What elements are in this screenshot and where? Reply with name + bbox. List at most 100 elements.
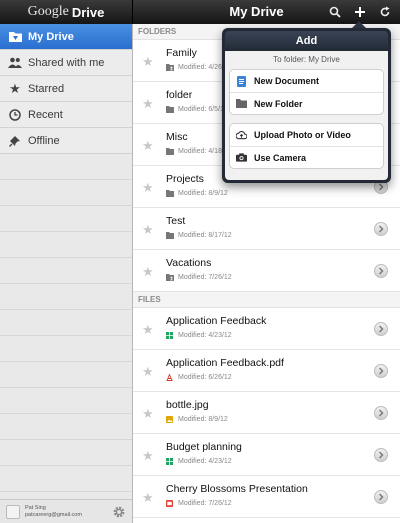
item-name: Cherry Blossoms Presentation (166, 483, 308, 495)
star-toggle-icon[interactable]: ★ (142, 180, 154, 196)
star-toggle-icon[interactable]: ★ (142, 54, 154, 70)
star-toggle-icon[interactable]: ★ (142, 406, 154, 422)
sidebar-item-offline[interactable]: Offline (0, 128, 132, 154)
star-toggle-icon[interactable]: ★ (142, 138, 154, 154)
presentation-icon (166, 500, 174, 507)
folder-icon (166, 148, 174, 155)
app-brand: Google Drive (0, 0, 133, 24)
star-toggle-icon[interactable]: ★ (142, 264, 154, 280)
item-meta: Modified: 7/26/12 (166, 274, 232, 281)
item-name: Family (166, 47, 197, 59)
spreadsheet-icon (166, 458, 174, 465)
upload-group: Upload Photo or Video Use Camera (229, 123, 384, 169)
file-row[interactable]: ★ Cherry Blossoms Presentation Modified: 7… (133, 476, 400, 518)
item-meta: Modified: 6/26/12 (166, 373, 232, 381)
folder-row[interactable]: ★ Test Modified: 8/17/12 (133, 208, 400, 250)
modified-date: Modified: 8/17/12 (178, 232, 232, 239)
files-list: ★ Application Feedback Modified: 4/23/12 ★ A… (133, 308, 400, 518)
chevron-right-icon[interactable] (374, 322, 388, 336)
refresh-icon[interactable] (376, 3, 394, 21)
star-toggle-icon[interactable]: ★ (142, 96, 154, 112)
new-document-label: New Document (254, 76, 320, 86)
sidebar-item-label: My Drive (28, 30, 74, 43)
new-document-button[interactable]: New Document (230, 70, 383, 92)
item-meta: Modified: 8/17/12 (166, 232, 232, 239)
camera-icon (236, 152, 247, 163)
chevron-right-icon[interactable] (374, 406, 388, 420)
modified-date: Modified: 6/26/12 (178, 374, 232, 381)
sidebar-item-label: Shared with me (28, 56, 105, 69)
file-row[interactable]: ★ Application Feedback Modified: 4/23/12 (133, 308, 400, 350)
pdf-icon (166, 373, 174, 381)
account-footer[interactable]: Pat Sing patcareerg@gmail.com (0, 499, 132, 523)
chevron-right-icon[interactable] (374, 264, 388, 278)
chevron-right-icon[interactable] (374, 222, 388, 236)
file-row[interactable]: ★ bottle.jpg Modified: 8/9/12 (133, 392, 400, 434)
sidebar-item-label: Recent (28, 108, 63, 121)
use-camera-label: Use Camera (254, 152, 307, 163)
upload-photo-label: Upload Photo or Video (254, 130, 351, 140)
item-meta: Modified: 7/26/12 (166, 500, 232, 507)
chevron-right-icon[interactable] (374, 448, 388, 462)
item-meta: Modified: 4/23/12 (166, 332, 232, 339)
item-name: folder (166, 89, 193, 101)
item-name: Misc (166, 131, 188, 143)
new-folder-label: New Folder (254, 98, 303, 109)
sidebar-item-my-drive[interactable]: My Drive (0, 24, 132, 50)
sidebar-item-label: Offline (28, 134, 60, 147)
modified-date: Modified: 6/5/12 (178, 106, 228, 113)
sidebar-item-shared-with-me[interactable]: Shared with me (0, 50, 132, 76)
modified-date: Modified: 7/26/12 (178, 274, 232, 281)
popover-title: Add (225, 31, 388, 51)
modified-date: Modified: 8/9/12 (178, 190, 228, 197)
chevron-right-icon[interactable] (374, 364, 388, 378)
use-camera-button[interactable]: Use Camera (230, 146, 383, 168)
pin-icon (8, 134, 22, 148)
sidebar-item-starred[interactable]: ★ Starred (0, 76, 132, 102)
files-section-header: FILES (133, 292, 400, 308)
file-row[interactable]: ★ Budget planning Modified: 4/23/12 (133, 434, 400, 476)
document-icon (236, 75, 247, 87)
add-popover: Add To folder: My Drive New Document New… (222, 21, 391, 183)
star-toggle-icon[interactable]: ★ (142, 322, 154, 338)
user-email: patcareerg@gmail.com (25, 511, 82, 518)
new-folder-button[interactable]: New Folder (230, 92, 383, 114)
create-group: New Document New Folder (229, 69, 384, 115)
user-name: Pat Sing (25, 504, 46, 511)
clock-icon (8, 108, 22, 122)
upload-photo-button[interactable]: Upload Photo or Video (230, 124, 383, 146)
gear-icon[interactable] (112, 505, 126, 519)
star-toggle-icon[interactable]: ★ (142, 222, 154, 238)
brand-drive: Drive (71, 4, 105, 20)
search-icon[interactable] (326, 3, 344, 21)
modified-date: Modified: 4/23/12 (178, 332, 232, 339)
shared-folder-icon (166, 64, 174, 71)
item-meta: Modified: 4/23/12 (166, 458, 232, 465)
image-icon (166, 416, 174, 423)
folder-row[interactable]: ★ Vacations Modified: 7/26/12 (133, 250, 400, 292)
sidebar: My Drive Shared with me ★ Starred Recent… (0, 24, 133, 523)
file-row[interactable]: ★ Application Feedback.pdf Modified: 6/26/… (133, 350, 400, 392)
item-name: bottle.jpg (166, 399, 209, 411)
star-toggle-icon[interactable]: ★ (142, 448, 154, 464)
item-meta: Modified: 8/9/12 (166, 190, 228, 197)
item-name: Test (166, 215, 186, 227)
cloud-upload-icon (236, 130, 247, 141)
modified-date: Modified: 7/26/12 (178, 500, 232, 507)
popover-arrow (352, 21, 366, 28)
sidebar-item-recent[interactable]: Recent (0, 102, 132, 128)
item-name: Application Feedback (166, 315, 267, 327)
item-meta: Modified: 8/9/12 (166, 416, 228, 423)
item-name: Projects (166, 173, 204, 185)
item-name: Application Feedback.pdf (166, 357, 284, 369)
item-meta: Modified: 6/5/12 (166, 106, 228, 113)
brand-google: Google (27, 4, 69, 19)
star-toggle-icon[interactable]: ★ (142, 490, 154, 506)
folder-icon (166, 190, 174, 197)
star-toggle-icon[interactable]: ★ (142, 364, 154, 380)
item-name: Budget planning (166, 441, 242, 453)
add-icon[interactable] (351, 3, 369, 21)
chevron-right-icon[interactable] (374, 490, 388, 504)
people-icon (8, 56, 22, 70)
folder-icon (166, 232, 174, 239)
